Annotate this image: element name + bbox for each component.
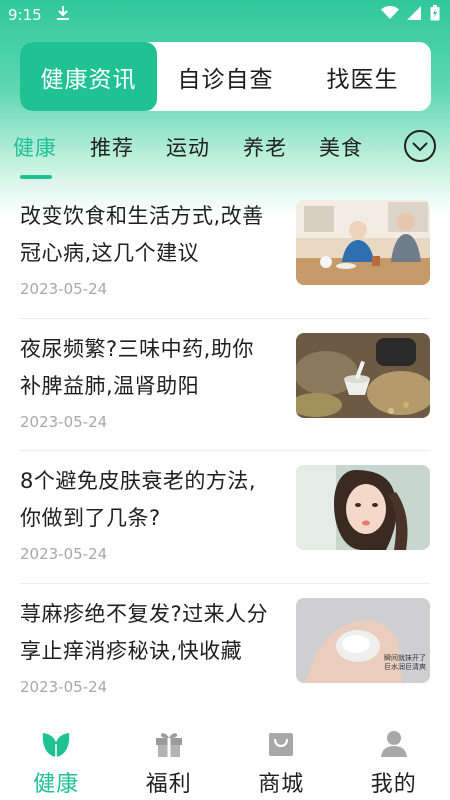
top-tab-bar: 健康资讯 自诊自查 找医生 <box>20 42 431 111</box>
news-date: 2023-05-24 <box>20 280 108 298</box>
news-date: 2023-05-24 <box>20 545 108 563</box>
category-food[interactable]: 美食 <box>319 132 363 162</box>
category-recommend[interactable]: 推荐 <box>90 132 134 162</box>
news-date: 2023-05-24 <box>20 412 108 431</box>
news-item[interactable]: 荨麻疹绝不复发?过来人分享止痒消疹秘诀,快收藏 2023-05-24 瞬间就抹开… <box>20 584 430 717</box>
chevron-down-icon <box>412 137 428 156</box>
category-expand-button[interactable] <box>404 130 436 162</box>
news-thumbnail: 瞬间就抹开了 巨水润巨清爽 <box>296 597 430 683</box>
nav-health[interactable]: 健康 <box>0 722 113 800</box>
nav-label: 商城 <box>258 772 305 797</box>
nav-label: 我的 <box>370 772 417 797</box>
category-health[interactable]: 健康 <box>13 132 57 162</box>
download-icon <box>56 5 70 25</box>
bottom-nav: 健康 福利 商城 我的 <box>0 722 450 800</box>
tab-health-news[interactable]: 健康资讯 <box>20 42 157 111</box>
category-active-indicator <box>20 175 52 179</box>
gift-icon <box>154 730 184 762</box>
news-title: 8个避免皮肤衰老的方法,你做到了几条? <box>20 469 257 530</box>
nav-label: 福利 <box>145 772 192 797</box>
category-elderly-care[interactable]: 养老 <box>243 132 287 162</box>
thumb-caption: 瞬间就抹开了 <box>384 653 426 662</box>
news-title: 改变饮食和生活方式,改善冠心病,这几个建议 <box>20 204 264 265</box>
nav-mine[interactable]: 我的 <box>338 722 450 800</box>
news-item[interactable]: 改变饮食和生活方式,改善冠心病,这几个建议 2023-05-24 <box>20 186 430 319</box>
news-title: 荨麻疹绝不复发?过来人分享止痒消疹秘诀,快收藏 <box>20 601 269 663</box>
category-sports[interactable]: 运动 <box>166 132 210 162</box>
news-thumbnail <box>296 200 430 285</box>
leaf-icon <box>41 730 71 762</box>
status-time: 9:15 <box>8 6 42 24</box>
news-thumbnail <box>296 465 430 550</box>
person-icon <box>379 730 409 762</box>
news-title: 夜尿频繁?三味中药,助你补脾益肺,温肾助阳 <box>20 336 254 398</box>
battery-icon <box>430 5 440 25</box>
category-tabs: 健康 推荐 运动 养老 美食 <box>0 122 450 182</box>
divider <box>20 182 430 183</box>
status-bar: 9:15 <box>0 0 450 30</box>
news-list: 改变饮食和生活方式,改善冠心病,这几个建议 2023-05-24 夜尿频繁?三味… <box>20 186 430 716</box>
news-item[interactable]: 8个避免皮肤衰老的方法,你做到了几条? 2023-05-24 <box>20 451 430 584</box>
news-date: 2023-05-24 <box>20 677 108 696</box>
thumb-caption: 巨水润巨清爽 <box>384 662 426 671</box>
tab-label: 找医生 <box>326 66 399 93</box>
nav-benefits[interactable]: 福利 <box>113 722 226 800</box>
tab-self-diagnosis[interactable]: 自诊自查 <box>157 42 294 111</box>
tab-label: 健康资讯 <box>40 66 137 93</box>
shop-bag-icon <box>266 730 296 762</box>
nav-label: 健康 <box>33 772 80 797</box>
nav-shop[interactable]: 商城 <box>225 722 338 800</box>
signal-icon <box>407 6 422 24</box>
tab-label: 自诊自查 <box>177 66 274 93</box>
news-thumbnail <box>296 332 430 418</box>
tab-find-doctor[interactable]: 找医生 <box>294 42 431 111</box>
news-item[interactable]: 夜尿频繁?三味中药,助你补脾益肺,温肾助阳 2023-05-24 <box>20 319 430 451</box>
wifi-icon <box>381 6 399 24</box>
